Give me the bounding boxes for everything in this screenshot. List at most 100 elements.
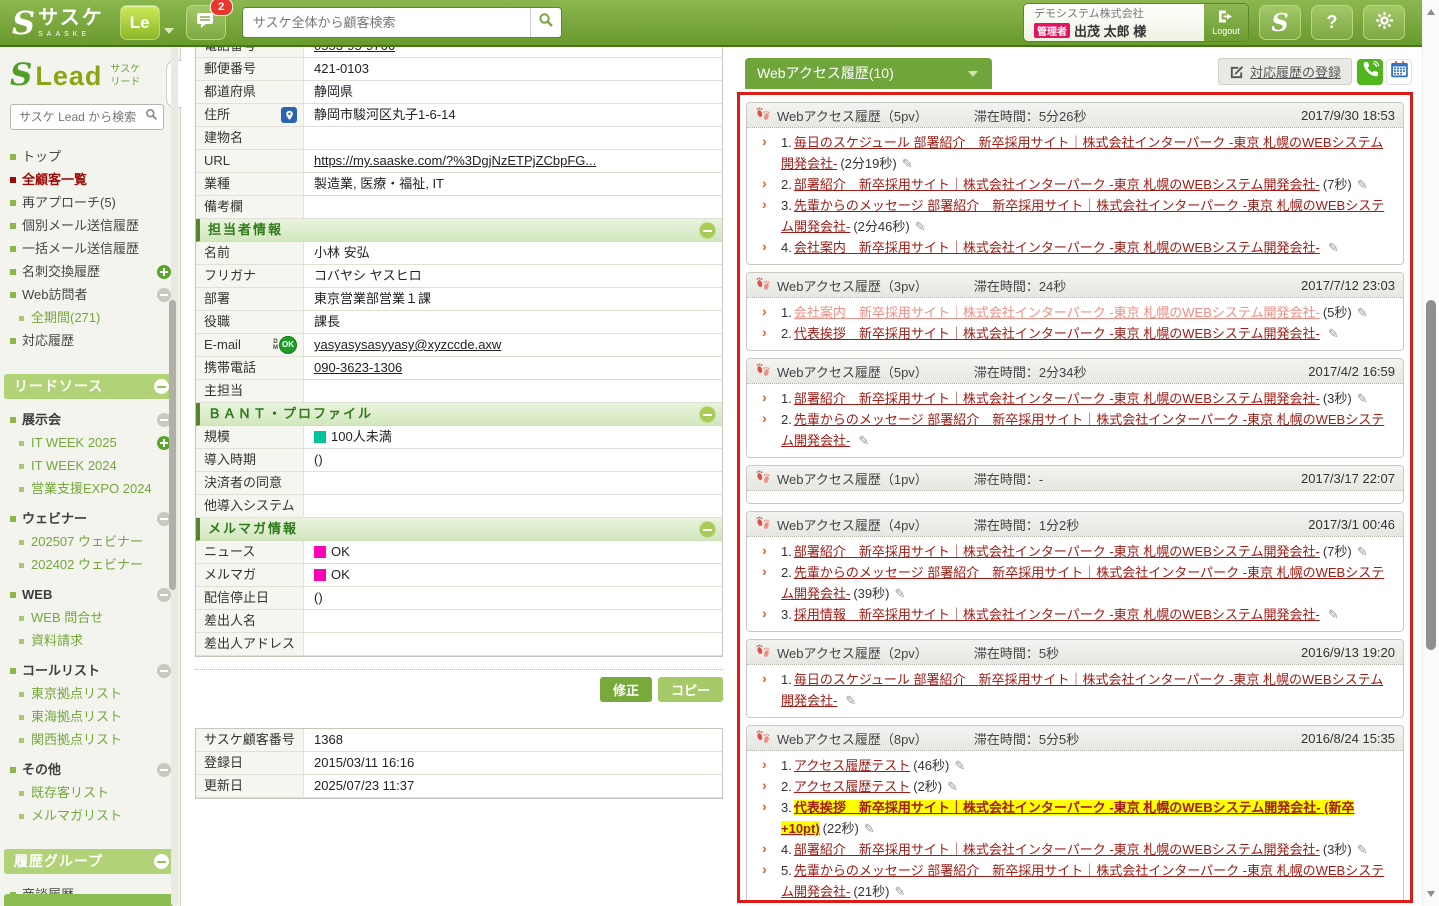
collapse-minus-icon[interactable] xyxy=(154,379,169,394)
pencil-icon[interactable]: ✎ xyxy=(947,779,958,794)
sidebar-item[interactable]: 対応履歴 xyxy=(0,329,180,352)
scroll-up-icon[interactable] xyxy=(1427,9,1435,15)
visited-page-link[interactable]: 部署紹介 新卒採用サイト｜株式会社インターパーク -東京 札幌のWEBシステム開… xyxy=(794,177,1320,192)
sidebar-item[interactable]: トップ xyxy=(0,145,180,168)
sidebar-item[interactable]: 個別メール送信履歴 xyxy=(0,214,180,237)
settings-button[interactable] xyxy=(1363,5,1405,40)
pencil-icon[interactable]: ✎ xyxy=(1328,326,1339,341)
visited-page-link[interactable]: 会社案内 新卒採用サイト｜株式会社インターパーク -東京 札幌のWEBシステム開… xyxy=(794,305,1320,320)
sidebar-item[interactable]: 関西拠点リスト xyxy=(0,728,180,751)
tree-toggle-icon[interactable] xyxy=(157,288,171,302)
tree-toggle-icon[interactable] xyxy=(157,265,171,279)
sidebar-item[interactable]: 展示会 xyxy=(0,408,180,431)
collapse-minus-icon[interactable] xyxy=(699,222,716,239)
sidebar-item[interactable]: Web訪問者 xyxy=(0,283,180,306)
visit-duration: (3秒) xyxy=(1323,391,1352,406)
pencil-icon[interactable]: ✎ xyxy=(954,758,965,773)
help-button[interactable]: ? xyxy=(1311,5,1353,40)
pencil-icon[interactable]: ✎ xyxy=(864,821,875,836)
tree-toggle-icon[interactable] xyxy=(157,664,171,678)
cti-phone-button[interactable] xyxy=(1357,59,1383,85)
sidebar-item[interactable]: 再アプローチ(5) xyxy=(0,191,180,214)
sidebar-item[interactable]: IT WEEK 2025 xyxy=(0,431,180,454)
tree-toggle-icon[interactable] xyxy=(157,588,171,602)
detail-block: 担当者情報 名前 xyxy=(196,219,722,403)
visited-page-link[interactable]: 部署紹介 新卒採用サイト｜株式会社インターパーク -東京 札幌のWEBシステム開… xyxy=(794,391,1320,406)
sidebar-item[interactable]: 全顧客一覧 xyxy=(0,168,180,191)
visited-page-link[interactable]: 採用情報 新卒採用サイト｜株式会社インターパーク -東京 札幌のWEBシステム開… xyxy=(794,607,1320,622)
web-access-history-tab[interactable]: Webアクセス履歴(10) xyxy=(745,58,992,89)
sidebar-item[interactable]: 全期間(271) xyxy=(0,306,180,329)
sidebar-item[interactable]: IT WEEK 2024 xyxy=(0,454,180,477)
edit-button[interactable]: 修正 xyxy=(600,677,652,702)
sidebar-item[interactable]: メルマガリスト xyxy=(0,804,180,827)
sidebar-item[interactable]: その他 xyxy=(0,758,180,781)
pencil-icon[interactable]: ✎ xyxy=(915,219,926,234)
sidebar-section-header[interactable]: 履歴グループ xyxy=(4,849,175,874)
app-switch-caret-icon[interactable] xyxy=(164,28,174,34)
visited-page-link[interactable]: アクセス履歴テスト xyxy=(794,758,910,773)
global-search-input[interactable] xyxy=(243,8,530,37)
pencil-icon[interactable]: ✎ xyxy=(1328,607,1339,622)
sidebar-item-label: その他 xyxy=(22,762,61,777)
chat-button[interactable]: 2 xyxy=(186,5,226,40)
pencil-icon[interactable]: ✎ xyxy=(845,693,856,708)
sidebar-item[interactable]: WEB 問合せ xyxy=(0,606,180,629)
visit-row: ›3.採用情報 新卒採用サイト｜株式会社インターパーク -東京 札幌のWEBシス… xyxy=(755,604,1395,625)
sidebar-item[interactable]: WEB xyxy=(0,583,180,606)
tree-toggle-icon[interactable] xyxy=(157,763,171,777)
register-response-history-button[interactable]: 対応履歴の登録 xyxy=(1218,58,1352,85)
lead-app-badge[interactable]: Le xyxy=(120,5,160,40)
sidebar-item[interactable]: コールリスト xyxy=(0,659,180,682)
sidebar-section-header[interactable]: リードソース xyxy=(4,374,175,399)
pencil-icon[interactable]: ✎ xyxy=(1357,177,1368,192)
logout-button[interactable]: Logout xyxy=(1204,4,1248,41)
sidebar-scrollbar-thumb[interactable] xyxy=(169,300,176,590)
sidebar-item[interactable]: 資料請求 xyxy=(0,629,180,652)
pencil-icon[interactable]: ✎ xyxy=(894,586,905,601)
collapse-minus-icon[interactable] xyxy=(699,521,716,538)
lead-search-input[interactable] xyxy=(17,109,145,125)
lead-logo[interactable]: S Lead サスケ リード xyxy=(10,61,172,91)
pencil-icon[interactable]: ✎ xyxy=(858,433,869,448)
scrollbar-thumb[interactable] xyxy=(1426,300,1436,650)
visited-page-link[interactable]: 部署紹介 新卒採用サイト｜株式会社インターパーク -東京 札幌のWEBシステム開… xyxy=(794,544,1320,559)
collapse-minus-icon[interactable] xyxy=(699,406,716,423)
gear-icon xyxy=(1375,11,1394,35)
sidebar-item[interactable]: 202402 ウェビナー xyxy=(0,553,180,576)
scroll-down-icon[interactable] xyxy=(1427,891,1435,897)
sidebar-item[interactable]: 既存客リスト xyxy=(0,781,180,804)
search-button[interactable] xyxy=(530,8,561,37)
visited-page-link[interactable]: 部署紹介 新卒採用サイト｜株式会社インターパーク -東京 札幌のWEBシステム開… xyxy=(794,842,1320,857)
pencil-icon[interactable]: ✎ xyxy=(902,156,913,171)
sidebar-item[interactable]: 名刺交換履歴 xyxy=(0,260,180,283)
visited-page-link[interactable]: 会社案内 新卒採用サイト｜株式会社インターパーク -東京 札幌のWEBシステム開… xyxy=(794,240,1320,255)
pencil-icon[interactable]: ✎ xyxy=(1357,842,1368,857)
sidebar-item[interactable]: ウェビナー xyxy=(0,507,180,530)
field-label: 配信停止日 DM OK xyxy=(196,587,304,609)
pencil-icon[interactable]: ✎ xyxy=(894,884,905,899)
collapse-minus-icon[interactable] xyxy=(154,854,169,869)
chevron-icon: › xyxy=(762,901,767,903)
visited-page-link[interactable]: 代表挨拶 新卒採用サイト｜株式会社インターパーク -東京 札幌のWEBシステム開… xyxy=(794,326,1320,341)
sidebar-item[interactable]: 東京拠点リスト xyxy=(0,682,180,705)
pencil-icon[interactable]: ✎ xyxy=(1328,240,1339,255)
pencil-icon[interactable]: ✎ xyxy=(1357,305,1368,320)
field-label: 建物名 DM OK xyxy=(196,127,304,149)
calendar-button[interactable] xyxy=(1386,59,1412,85)
saaske-home-button[interactable]: S xyxy=(1259,5,1301,40)
visited-page-link[interactable]: 先輩からのメッセージ 部署紹介 新卒採用サイト｜株式会社インターパーク -東京 … xyxy=(781,412,1384,448)
field-value: 421-0103 xyxy=(304,58,722,80)
visited-page-link[interactable]: 毎日のスケジュール 部署紹介 新卒採用サイト｜株式会社インターパーク -東京 札… xyxy=(781,672,1383,708)
pencil-icon[interactable]: ✎ xyxy=(1357,391,1368,406)
sidebar-item[interactable]: 一括メール送信履歴 xyxy=(0,237,180,260)
visited-page-link[interactable]: アクセス履歴テスト xyxy=(794,779,910,794)
sidebar-item[interactable]: 東海拠点リスト xyxy=(0,705,180,728)
pencil-icon[interactable]: ✎ xyxy=(1357,544,1368,559)
sidebar-item[interactable]: 営業支援EXPO 2024 xyxy=(0,477,180,500)
sidebar-next-section-bar[interactable] xyxy=(4,894,173,906)
copy-button[interactable]: コピー xyxy=(658,677,723,702)
sidebar-item[interactable]: 202507 ウェビナー xyxy=(0,530,180,553)
map-pin-icon[interactable] xyxy=(281,107,297,123)
saaske-logo[interactable]: S サスケ SAASKE xyxy=(12,8,104,38)
